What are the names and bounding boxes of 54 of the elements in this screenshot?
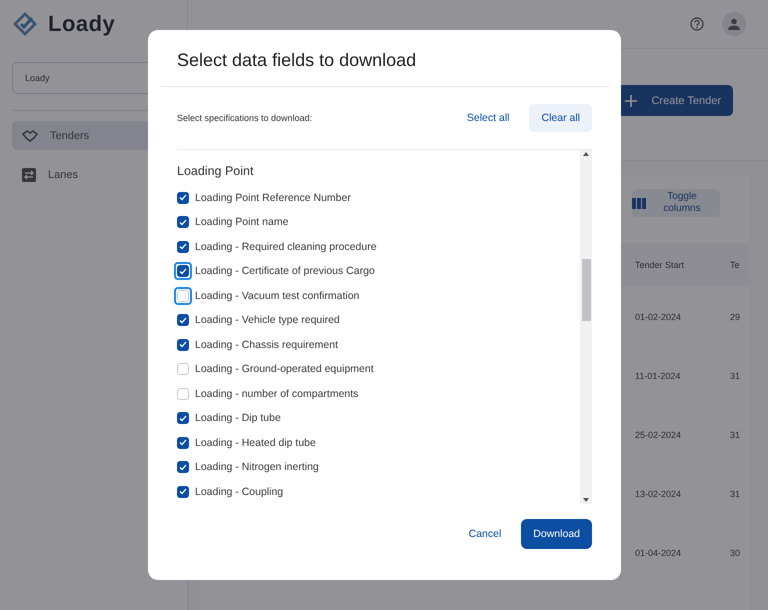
- table-cell-text: 01-04-2024: [635, 546, 682, 560]
- field-label[interactable]: Loading Point name: [195, 216, 288, 228]
- scrollbar-thumb[interactable]: [582, 259, 590, 322]
- clear-all-button[interactable]: Clear all: [529, 104, 592, 132]
- checkbox[interactable]: [177, 314, 189, 326]
- column-header: Te: [730, 260, 741, 270]
- field-label[interactable]: Loading - Nitrogen inerting: [195, 461, 319, 474]
- table-cell-text: 11-01-2024: [635, 370, 682, 382]
- checkbox[interactable]: [177, 436, 189, 449]
- table-cell-text: 01-02-2024: [635, 310, 682, 324]
- checkbox[interactable]: [177, 461, 189, 474]
- table-cell-text: 13-02-2024: [635, 488, 682, 500]
- table-cell-text: 25-02-2024: [635, 428, 682, 442]
- dialog-title: Select data fields to download: [177, 49, 418, 72]
- field-label[interactable]: Loading - Vehicle type required: [195, 314, 340, 326]
- checkbox[interactable]: [177, 412, 189, 424]
- checkbox[interactable]: [177, 240, 189, 253]
- table-cell-text: 31: [730, 370, 742, 382]
- section-heading: Loading Point: [177, 164, 254, 178]
- toggle-columns-button[interactable]: Toggle columns: [632, 189, 720, 217]
- field-label[interactable]: Loading - Vacuum test confirmation: [195, 290, 360, 302]
- checkbox[interactable]: [177, 486, 189, 498]
- table-cell-text: 31: [730, 488, 742, 500]
- field-label[interactable]: Loading - Ground-operated equipment: [195, 363, 374, 376]
- field-label[interactable]: Loading Point Reference Number: [195, 192, 351, 204]
- person-icon: [728, 18, 740, 30]
- checkbox[interactable]: [177, 192, 189, 204]
- checkbox[interactable]: [177, 216, 189, 228]
- field-label[interactable]: Loading - Certificate of previous Cargo: [195, 265, 375, 278]
- plus-icon: [625, 94, 638, 106]
- table-cell-text: 30: [730, 546, 742, 560]
- field-label[interactable]: Loading - Heated dip tube: [195, 436, 316, 449]
- checkbox[interactable]: [177, 338, 189, 351]
- checkbox[interactable]: [177, 265, 189, 278]
- avatar-button[interactable]: [722, 12, 746, 36]
- select-all-button[interactable]: Select all: [454, 104, 522, 132]
- scroll-up-icon[interactable]: [583, 152, 589, 156]
- field-label[interactable]: Loading - Chassis requirement: [195, 338, 338, 351]
- logo-text: Loady: [48, 11, 116, 37]
- field-label[interactable]: Loading - Coupling: [195, 486, 284, 498]
- scroll-down-icon[interactable]: [583, 498, 589, 502]
- sidebar-item[interactable]: Lanes: [12, 160, 175, 189]
- download-button[interactable]: Download: [521, 519, 592, 549]
- table-cell-text: 29: [730, 310, 742, 324]
- help-icon[interactable]: [690, 17, 704, 31]
- field-label[interactable]: Loading - Required cleaning procedure: [195, 240, 377, 253]
- swap-arrows-icon: [22, 168, 36, 182]
- cancel-button[interactable]: Cancel: [456, 520, 514, 548]
- columns-icon: [632, 198, 646, 208]
- field-label[interactable]: Loading - Dip tube: [195, 412, 281, 424]
- dialog-subtitle: Select specifications to download:: [177, 113, 314, 124]
- field-label[interactable]: Loading - number of compartments: [195, 388, 358, 400]
- column-header: Tender Start: [635, 260, 686, 270]
- table-cell-text: 31: [730, 428, 742, 442]
